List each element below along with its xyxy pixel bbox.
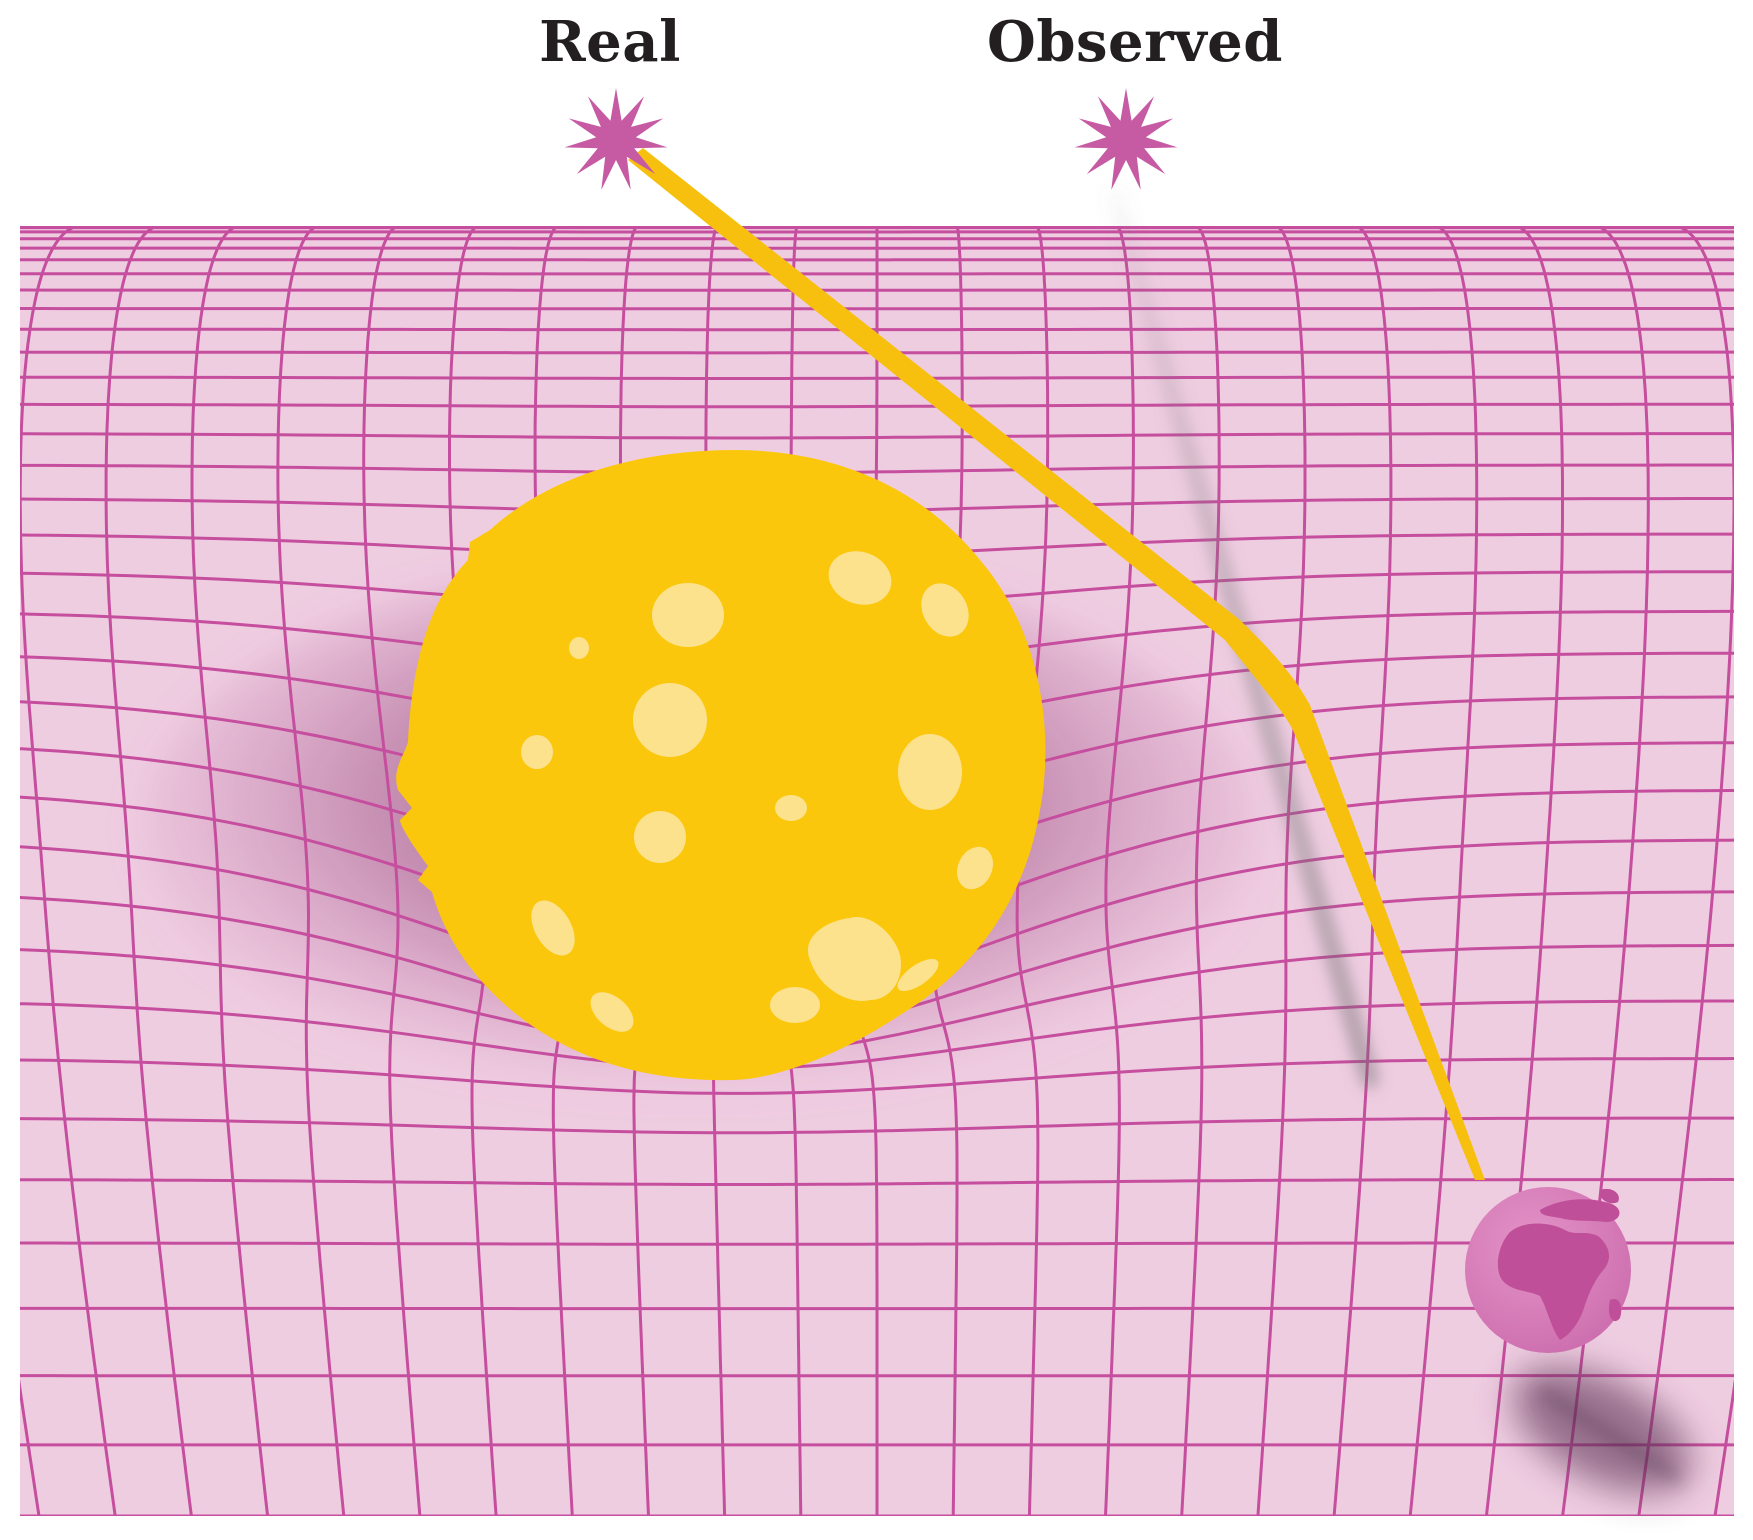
observed-star xyxy=(1075,88,1178,190)
observer-earth xyxy=(1465,1187,1631,1353)
star-burst-icon xyxy=(1075,88,1178,190)
spacetime-scene xyxy=(0,0,1753,1536)
real-position-label: Real xyxy=(539,14,681,70)
gravitational-lensing-diagram: Real Observed xyxy=(0,0,1753,1536)
observed-position-label: Observed xyxy=(987,14,1283,70)
